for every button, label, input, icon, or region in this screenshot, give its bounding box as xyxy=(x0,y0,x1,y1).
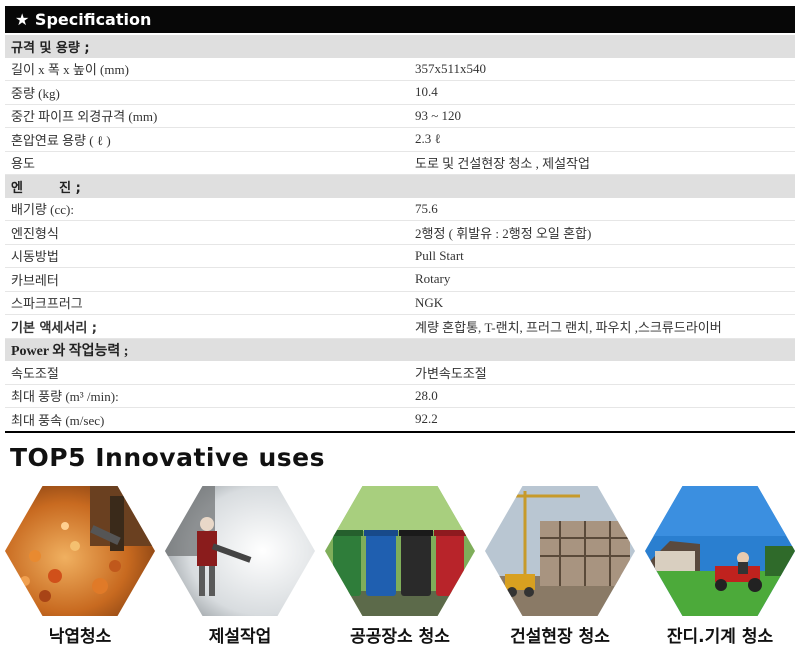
spec-label: 최대 풍량 (m³ /min): xyxy=(5,384,409,408)
spec-value: 75.6 xyxy=(409,197,795,221)
snow-blowing-image xyxy=(165,486,315,616)
spec-row: 배기량 (cc): 75.6 xyxy=(5,197,795,221)
use-label: 건설현장 청소 xyxy=(510,627,610,647)
section-label: Power 와 작업능력 ; xyxy=(5,338,409,361)
spec-row: 카브레터 Rotary xyxy=(5,267,795,292)
spec-row: 최대 풍속 (m/sec) 92.2 xyxy=(5,407,795,432)
spec-value: 도로 및 건설현장 청소 , 제설작업 xyxy=(409,151,795,175)
spec-value: 93 ~ 120 xyxy=(409,104,795,128)
use-label: 제설작업 xyxy=(208,627,272,647)
spec-label: 시동방법 xyxy=(5,244,409,268)
section-label: 규격 및 용량 ; xyxy=(5,35,409,58)
recycling-bins-image xyxy=(325,486,475,616)
use-item-construction: 건설현장 청소 xyxy=(480,484,640,664)
section-row-power: Power 와 작업능력 ; xyxy=(5,338,795,361)
use-item-public: 공공장소 청소 xyxy=(320,484,480,664)
section-row-engine: 엔 진 ; xyxy=(5,174,795,198)
use-item-lawn: 잔디.기계 청소 xyxy=(640,484,800,664)
use-item-leaves: 낙엽청소 xyxy=(0,484,160,664)
uses-title: TOP5 Innovative uses xyxy=(10,443,325,472)
specification-title: ★ Specification xyxy=(15,10,152,29)
spec-value: NGK xyxy=(409,291,795,315)
construction-site-image xyxy=(485,486,635,616)
spec-label: 중간 파이프 외경규격 (mm) xyxy=(5,104,409,128)
spec-label: 혼압연료 용량 ( ℓ ) xyxy=(5,127,409,152)
spec-row: 길이 x 폭 x 높이 (mm) 357x511x540 xyxy=(5,57,795,81)
spec-value: 357x511x540 xyxy=(409,57,795,81)
use-label: 공공장소 청소 xyxy=(350,627,450,647)
section-row-dimensions: 규격 및 용량 ; xyxy=(5,35,795,58)
spec-label: 속도조절 xyxy=(5,361,409,385)
spec-label: 용도 xyxy=(5,151,409,175)
spec-value: 2.3 ℓ xyxy=(409,127,795,152)
spec-row: 최대 풍량 (m³ /min): 28.0 xyxy=(5,384,795,408)
section-label: 엔 진 ; xyxy=(5,174,409,198)
spec-row: 엔진형식 2행정 ( 휘발유 : 2행정 오일 혼합) xyxy=(5,220,795,245)
uses-gallery: 낙엽청소 제설작업 공공장소 청소 건설현장 청소 잔디.기계 청소 xyxy=(0,484,800,664)
spec-label: 카브레터 xyxy=(5,267,409,292)
use-item-snow: 제설작업 xyxy=(160,484,320,664)
lawn-mower-image xyxy=(645,486,795,616)
spec-value: 계량 혼합통, T-랜치, 프러그 랜치, 파우치 ,스크류드라이버 xyxy=(409,314,795,339)
spec-row: 중량 (kg) 10.4 xyxy=(5,80,795,105)
spec-value: 2행정 ( 휘발유 : 2행정 오일 혼합) xyxy=(409,220,795,245)
spec-value: 92.2 xyxy=(409,407,795,432)
spec-value: 가변속도조절 xyxy=(409,361,795,385)
spec-value: 28.0 xyxy=(409,384,795,408)
spec-row: 속도조절 가변속도조절 xyxy=(5,361,795,385)
specification-header: ★ Specification xyxy=(5,6,795,33)
spec-value: Rotary xyxy=(409,267,795,292)
spec-row: 용도 도로 및 건설현장 청소 , 제설작업 xyxy=(5,151,795,175)
spec-row-accessories: 기본 액세서리 ; 계량 혼합통, T-랜치, 프러그 랜치, 파우치 ,스크류… xyxy=(5,314,795,339)
leaf-blowing-image xyxy=(5,486,155,616)
use-label: 잔디.기계 청소 xyxy=(666,627,774,647)
use-label: 낙엽청소 xyxy=(48,627,112,647)
spec-label: 기본 액세서리 ; xyxy=(5,314,409,339)
spec-label: 최대 풍속 (m/sec) xyxy=(5,407,409,432)
spec-label: 길이 x 폭 x 높이 (mm) xyxy=(5,57,409,81)
spec-row: 중간 파이프 외경규격 (mm) 93 ~ 120 xyxy=(5,104,795,128)
spec-value: 10.4 xyxy=(409,80,795,105)
spec-label: 스파크프러그 xyxy=(5,291,409,315)
spec-row: 혼압연료 용량 ( ℓ ) 2.3 ℓ xyxy=(5,127,795,152)
spec-row: 스파크프러그 NGK xyxy=(5,291,795,315)
spec-label: 배기량 (cc): xyxy=(5,197,409,221)
spec-label: 엔진형식 xyxy=(5,220,409,245)
spec-value: Pull Start xyxy=(409,244,795,268)
spec-label: 중량 (kg) xyxy=(5,80,409,105)
specification-table: 규격 및 용량 ; 길이 x 폭 x 높이 (mm) 357x511x540 중… xyxy=(5,35,795,433)
spec-row: 시동방법 Pull Start xyxy=(5,244,795,268)
